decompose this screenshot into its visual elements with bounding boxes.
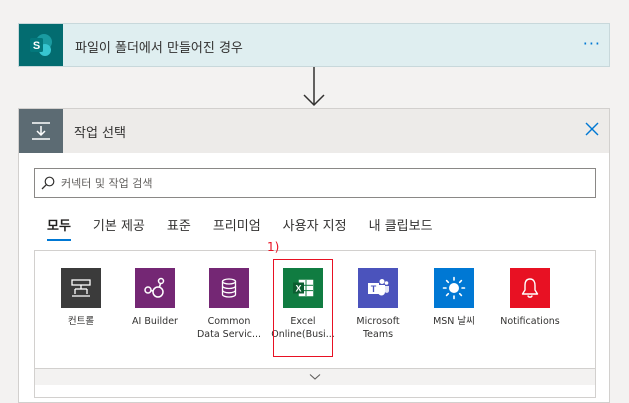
tab-clipboard[interactable]: 내 클립보드 (369, 215, 433, 243)
connector-grid: 1) 컨트롤 AI Builder Common Data Servic... … (34, 240, 596, 398)
connector-microsoft-teams[interactable]: T Microsoft Teams (342, 268, 414, 341)
connector-notifications[interactable]: Notifications (494, 268, 566, 328)
close-icon[interactable] (583, 120, 601, 138)
filter-tabs: 모두 기본 제공 표준 프리미엄 사용자 지정 내 클립보드 (47, 215, 455, 247)
sharepoint-icon: S (19, 24, 63, 66)
action-header: 작업 선택 (19, 109, 609, 153)
connector-control[interactable]: 컨트롤 (45, 268, 117, 328)
annotation-label: 1) (267, 240, 280, 254)
search-input[interactable] (61, 169, 589, 197)
search-icon (41, 176, 55, 190)
tab-premium[interactable]: 프리미엄 (213, 215, 261, 243)
weather-icon (434, 268, 474, 308)
tab-custom[interactable]: 사용자 지정 (283, 215, 347, 243)
trigger-card[interactable]: S 파일이 폴더에서 만들어진 경우 ··· (18, 23, 610, 67)
connector-common-data-service[interactable]: Common Data Servic... (193, 268, 265, 341)
database-icon (209, 268, 249, 308)
tab-all[interactable]: 모두 (47, 215, 71, 243)
teams-icon: T (358, 268, 398, 308)
connector-label: Notifications (500, 316, 560, 327)
connector-label: 컨트롤 (67, 316, 95, 327)
annotation-highlight-box (273, 259, 333, 357)
tab-standard[interactable]: 표준 (167, 215, 191, 243)
trigger-title: 파일이 폴더에서 만들어진 경우 (75, 41, 243, 56)
choose-action-card: 작업 선택 모두 기본 제공 표준 프리미엄 사용자 지정 내 클립보드 1) (18, 108, 610, 403)
connector-label: Microsoft Teams (356, 316, 400, 340)
expand-connectors-button[interactable] (35, 368, 595, 385)
search-box[interactable] (34, 168, 596, 198)
tab-built-in[interactable]: 기본 제공 (93, 215, 145, 243)
flow-arrow-icon (303, 67, 325, 107)
connector-label: Common Data Servic... (196, 316, 262, 340)
connector-label: MSN 날씨 (433, 316, 475, 327)
bell-icon (510, 268, 550, 308)
ai-builder-icon (135, 268, 175, 308)
connector-label: AI Builder (132, 316, 178, 327)
more-options-button[interactable]: ··· (583, 34, 601, 53)
action-icon (19, 109, 63, 153)
svg-text:S: S (33, 40, 40, 52)
action-title: 작업 선택 (74, 126, 126, 141)
svg-text:T: T (371, 284, 377, 294)
connector-ai-builder[interactable]: AI Builder (119, 268, 191, 328)
connector-msn-weather[interactable]: MSN 날씨 (418, 268, 490, 328)
control-icon (61, 268, 101, 308)
chevron-down-icon (309, 374, 321, 380)
